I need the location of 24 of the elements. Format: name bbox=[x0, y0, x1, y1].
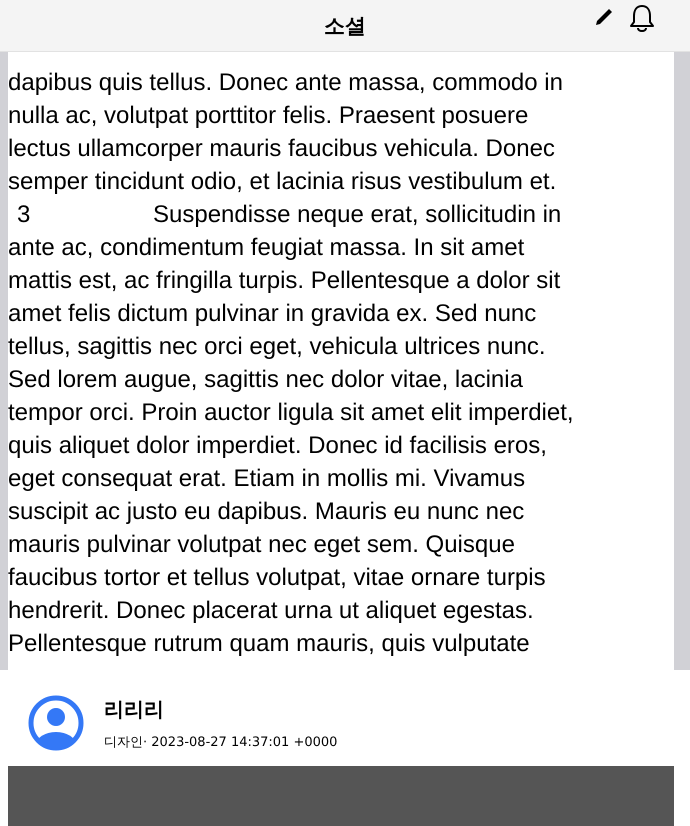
body-text-line: Pellentesque rutrum quam mauris, quis vulputate bbox=[8, 629, 530, 659]
footnote-number: 3 bbox=[16, 200, 32, 230]
body-text-line: lectus ullamcorper mauris faucibus vehicula. Donec bbox=[8, 134, 555, 164]
nav-title: 소셜 bbox=[324, 12, 366, 40]
body-text-line: quis aliquet dolor imperdiet. Donec id facilisis eros, bbox=[8, 431, 547, 461]
body-text-line: mauris pulvinar volutpat nec eget sem. Quisque bbox=[8, 530, 515, 560]
body-text-line: mattis est, ac fringilla turpis. Pellentesque a dolor sit bbox=[8, 266, 560, 296]
body-text-line: amet felis dictum pulvinar in gravida ex. Sed nunc bbox=[8, 299, 536, 329]
body-text-line: eget consequat erat. Etiam in mollis mi. Vivamus bbox=[8, 464, 526, 494]
author-name: 리리리 bbox=[104, 696, 165, 722]
avatar-icon bbox=[28, 695, 84, 751]
body-text-line: tellus, sagittis nec orci eget, vehicula ultrices nunc. bbox=[8, 332, 546, 362]
body-text-line: ante ac, condimentum feugiat massa. In sit amet bbox=[8, 233, 524, 263]
body-text-line: tempor orci. Proin auctor ligula sit amet elit imperdiet, bbox=[8, 398, 574, 428]
body-text-line: faucibus tortor et tellus volutpat, vitae ornare turpis bbox=[8, 563, 546, 593]
body-text-line: nulla ac, volutpat porttitor felis. Praesent posuere bbox=[8, 101, 528, 131]
body-text-line: suscipit ac justo eu dapibus. Mauris eu nunc nec bbox=[8, 497, 524, 527]
body-text-line: semper tincidunt odio, et lacinia risus vestibulum et. bbox=[8, 167, 556, 197]
body-text-line: dapibus quis tellus. Donec ante massa, commodo in bbox=[8, 68, 563, 98]
body-text-line: hendrerit. Donec placerat urna ut aliquet egestas. bbox=[8, 596, 534, 626]
bell-icon[interactable] bbox=[628, 3, 656, 33]
body-text-line: Suspendisse neque erat, sollicitudin in bbox=[153, 200, 562, 230]
post-meta: 디자인· 2023-08-27 14:37:01 +0000 bbox=[104, 734, 338, 750]
body-text-line: Sed lorem augue, sagittis nec dolor vitae, lacinia bbox=[8, 365, 523, 395]
